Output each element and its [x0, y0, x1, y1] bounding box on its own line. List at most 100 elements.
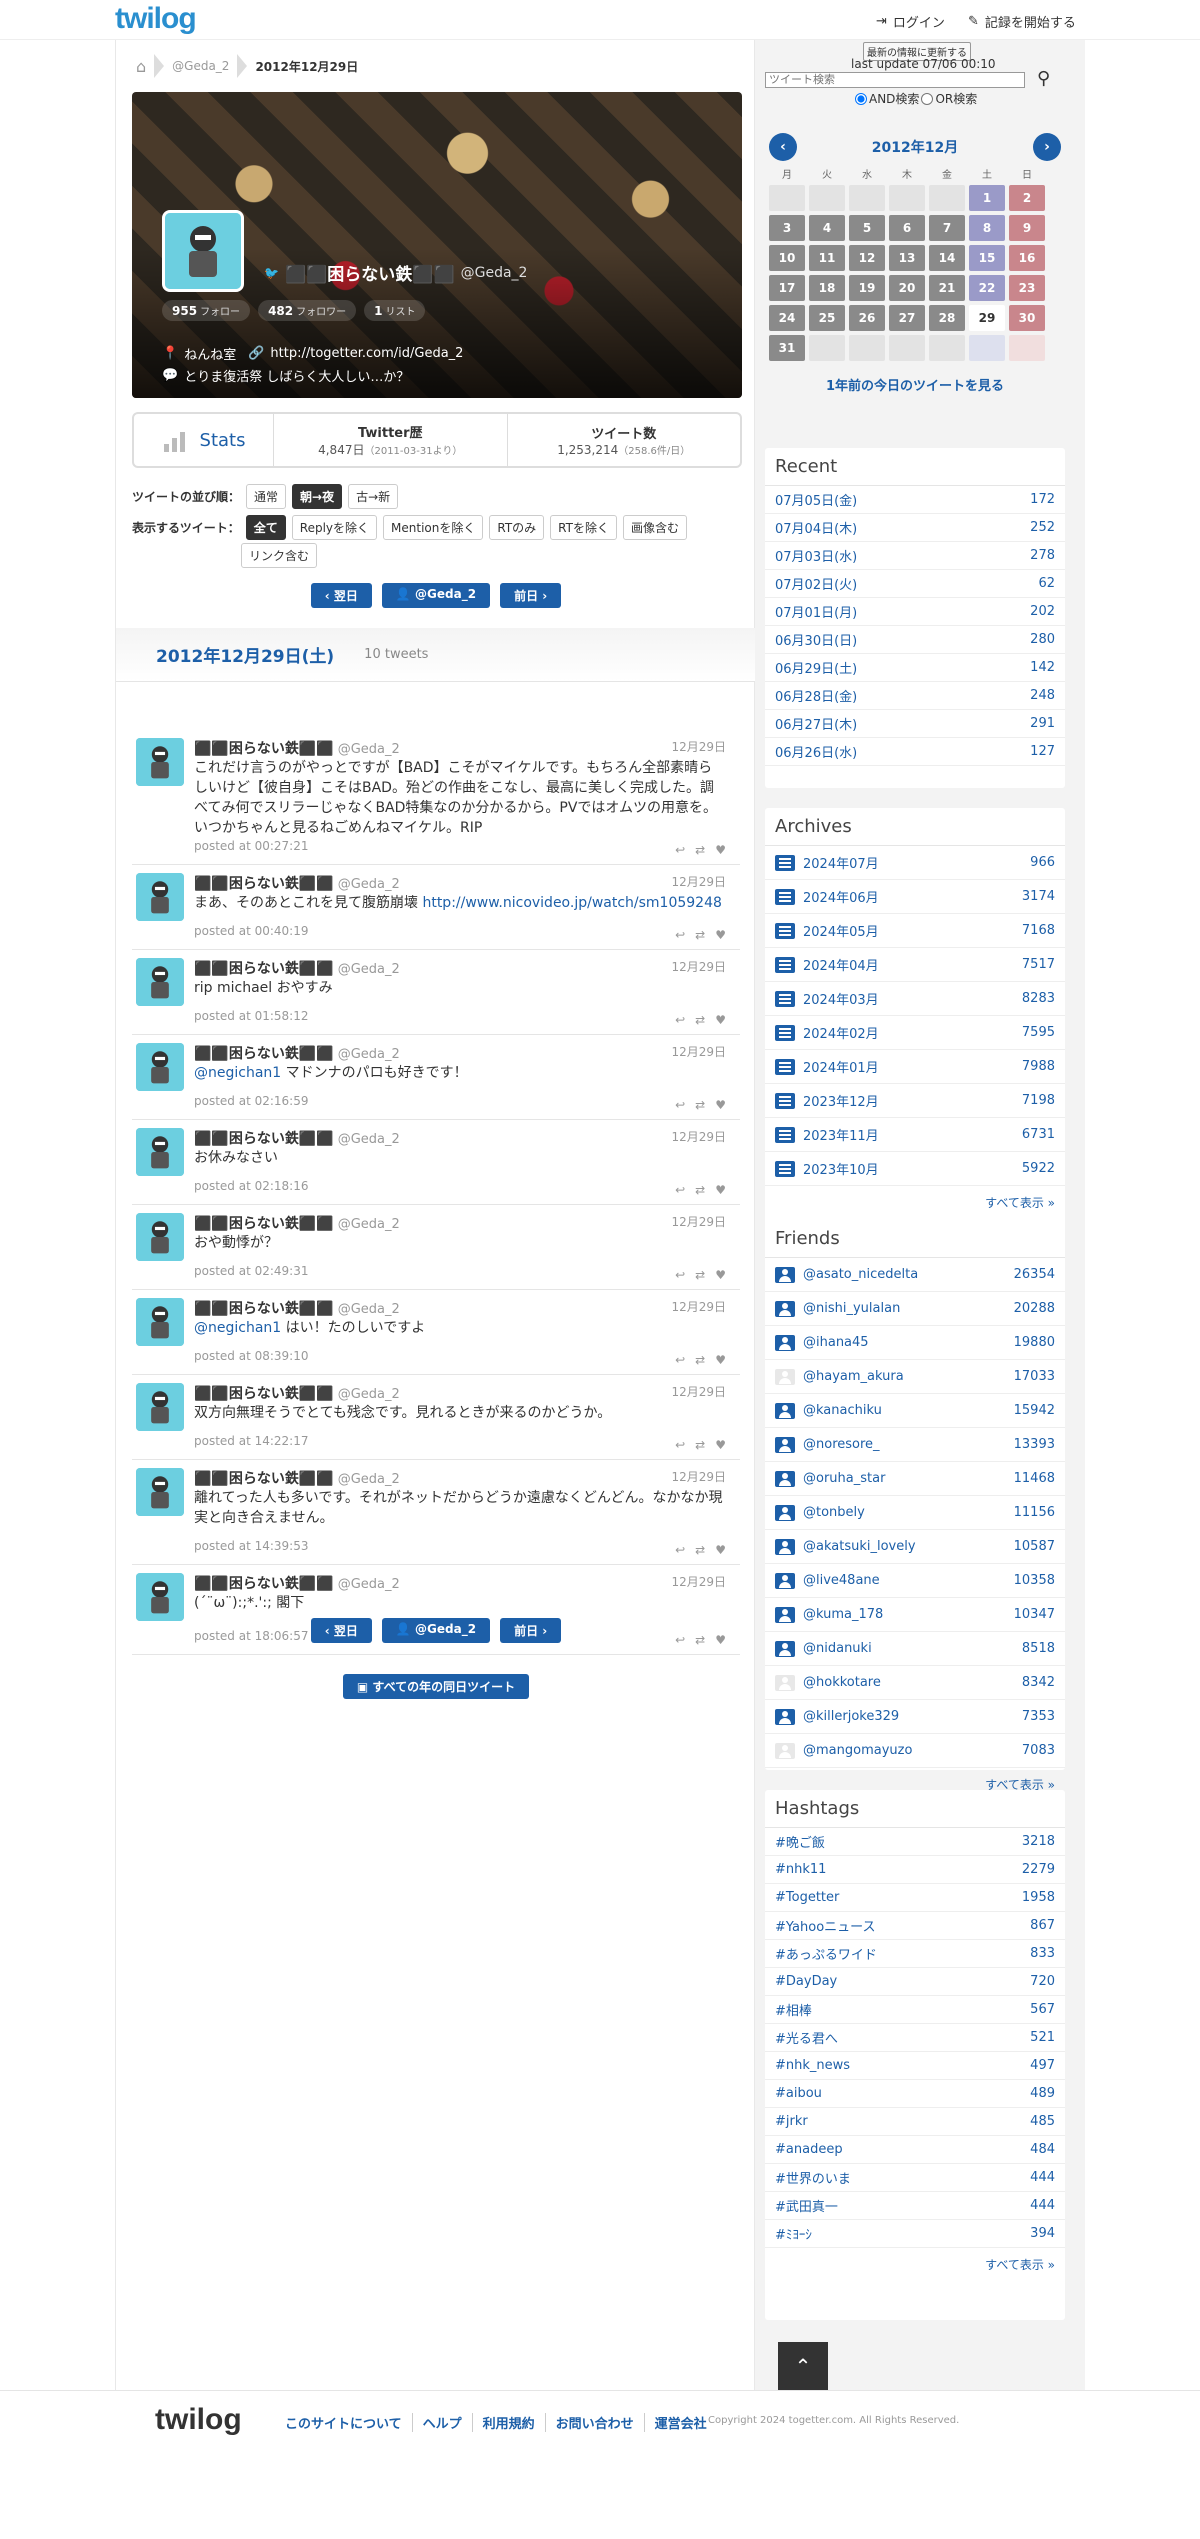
hashtags-item[interactable]: #あっぷるワイド 833 [765, 1940, 1065, 1968]
recent-item[interactable]: 07月04日(木) 252 [765, 514, 1065, 542]
heart-icon[interactable]: ♥ [715, 1543, 726, 1557]
user-button[interactable]: 👤 @Geda_2 [381, 583, 491, 608]
tweet-avatar[interactable] [136, 1128, 184, 1176]
tweet-posted-at[interactable]: posted at 02:49:31 [194, 1264, 309, 1278]
recent-item[interactable]: 07月01日(月) 202 [765, 598, 1065, 626]
back-to-top-button[interactable]: ⌃ [778, 2342, 828, 2390]
tweet-posted-at[interactable]: posted at 02:18:16 [194, 1179, 309, 1193]
tweet-author[interactable]: ⬛⬛困らない鉄⬛⬛ @Geda_2 [194, 873, 400, 893]
calendar-prev-icon[interactable]: ‹ [769, 133, 797, 161]
hashtags-item[interactable]: #jrkr 485 [765, 2108, 1065, 2136]
footer-link-company[interactable]: 運営会社 [645, 2413, 717, 2432]
show-exclude-rt[interactable]: RTを除く [550, 515, 617, 540]
search-input[interactable] [765, 72, 1025, 88]
archives-item[interactable]: 2024年03月 8283 [765, 982, 1065, 1016]
heart-icon[interactable]: ♥ [715, 1098, 726, 1112]
show-all[interactable]: 全て [245, 515, 286, 540]
hashtags-item[interactable]: #Togetter 1958 [765, 1884, 1065, 1912]
tweet-date[interactable]: 12月29日 [671, 873, 726, 890]
order-normal[interactable]: 通常 [246, 484, 287, 509]
recent-item[interactable]: 07月02日(火) 62 [765, 570, 1065, 598]
calendar-day[interactable]: 24 [769, 305, 805, 331]
user-button-bottom[interactable]: 👤 @Geda_2 [381, 1618, 491, 1643]
archives-item[interactable]: 2023年10月 5922 [765, 1152, 1065, 1186]
calendar-day[interactable]: 13 [889, 245, 925, 271]
calendar-day[interactable]: 27 [889, 305, 925, 331]
heart-icon[interactable]: ♥ [715, 1353, 726, 1367]
archives-item[interactable]: 2024年04月 7517 [765, 948, 1065, 982]
tweet-date[interactable]: 12月29日 [671, 958, 726, 975]
tweet-posted-at[interactable]: posted at 01:58:12 [194, 1009, 309, 1023]
archives-more-link[interactable]: すべて表示 » [765, 1186, 1065, 1219]
calendar-day[interactable]: 26 [849, 305, 885, 331]
tweet-posted-at[interactable]: posted at 00:40:19 [194, 924, 309, 938]
start-recording-link[interactable]: ✎ 記録を開始する [968, 12, 1076, 31]
prev-day-button-bottom[interactable]: 前日 › [500, 1618, 562, 1643]
tweet-date[interactable]: 12月29日 [671, 1213, 726, 1230]
archives-item[interactable]: 2024年06月 3174 [765, 880, 1065, 914]
friends-item[interactable]: @hayam_akura 17033 [765, 1360, 1065, 1394]
tweet-posted-at[interactable]: posted at 02:16:59 [194, 1094, 309, 1108]
tweet-avatar[interactable] [136, 738, 184, 786]
calendar-day[interactable]: 30 [1009, 305, 1045, 331]
tweet-avatar[interactable] [136, 873, 184, 921]
friends-item[interactable]: @nishi_yulalan 20288 [765, 1292, 1065, 1326]
tweet-avatar[interactable] [136, 1573, 184, 1621]
friends-item[interactable]: @noresore_ 13393 [765, 1428, 1065, 1462]
retweet-icon[interactable]: ⇄ [695, 1353, 705, 1367]
show-exclude-mention[interactable]: Mentionを除く [383, 515, 484, 540]
tweet-author[interactable]: ⬛⬛困らない鉄⬛⬛ @Geda_2 [194, 1383, 400, 1403]
tweet-posted-at[interactable]: posted at 14:39:53 [194, 1539, 309, 1553]
search-icon[interactable]: ⚲ [1037, 68, 1050, 89]
friends-item[interactable]: @nidanuki 8518 [765, 1632, 1065, 1666]
tweet-avatar[interactable] [136, 1213, 184, 1261]
heart-icon[interactable]: ♥ [715, 1013, 726, 1027]
heart-icon[interactable]: ♥ [715, 1268, 726, 1282]
footer-link-help[interactable]: ヘルプ [413, 2413, 473, 2432]
footer-logo[interactable]: twilog [155, 2403, 242, 2437]
tweet-posted-at[interactable]: posted at 00:27:21 [194, 839, 309, 853]
hashtags-item[interactable]: #DayDay 720 [765, 1968, 1065, 1996]
next-day-button[interactable]: ‹ 翌日 [310, 583, 372, 608]
calendar-day[interactable]: 28 [929, 305, 965, 331]
login-link[interactable]: ⇥ ログイン [876, 12, 945, 31]
show-rt-only[interactable]: RTのみ [489, 515, 545, 540]
calendar-day[interactable]: 20 [889, 275, 925, 301]
tweet-author[interactable]: ⬛⬛困らない鉄⬛⬛ @Geda_2 [194, 958, 400, 978]
tweet-avatar[interactable] [136, 958, 184, 1006]
order-old-new[interactable]: 古→新 [348, 484, 399, 509]
reply-icon[interactable]: ↩ [675, 1013, 685, 1027]
calendar-day[interactable]: 29 [969, 305, 1005, 331]
calendar-day[interactable]: 9 [1009, 215, 1045, 241]
calendar-day[interactable]: 21 [929, 275, 965, 301]
retweet-icon[interactable]: ⇄ [695, 843, 705, 857]
tweet-link[interactable]: http://www.nicovideo.jp/watch/sm1059248 [422, 895, 721, 911]
calendar-day[interactable]: 12 [849, 245, 885, 271]
recent-item[interactable]: 06月29日(土) 142 [765, 654, 1065, 682]
heart-icon[interactable]: ♥ [715, 843, 726, 857]
calendar-day[interactable]: 16 [1009, 245, 1045, 271]
retweet-icon[interactable]: ⇄ [695, 1543, 705, 1557]
calendar-day[interactable]: 18 [809, 275, 845, 301]
hashtags-item[interactable]: #相棒 567 [765, 1996, 1065, 2024]
footer-link-contact[interactable]: お問い合わせ [546, 2413, 645, 2432]
year-ago-link[interactable]: 1年前の今日のツイートを見る [765, 375, 1065, 394]
recent-item[interactable]: 07月05日(金) 172 [765, 486, 1065, 514]
archives-item[interactable]: 2024年05月 7168 [765, 914, 1065, 948]
hashtags-item[interactable]: #ﾐﾖｰｼ 394 [765, 2220, 1065, 2248]
friends-item[interactable]: @hokkotare 8342 [765, 1666, 1065, 1700]
heart-icon[interactable]: ♥ [715, 1183, 726, 1197]
calendar-next-icon[interactable]: › [1032, 133, 1061, 161]
profile-avatar[interactable] [162, 210, 244, 292]
reply-icon[interactable]: ↩ [675, 1183, 685, 1197]
calendar-day[interactable]: 10 [769, 245, 805, 271]
next-day-button-bottom[interactable]: ‹ 翌日 [310, 1618, 372, 1643]
archives-item[interactable]: 2024年07月 966 [765, 846, 1065, 880]
reply-icon[interactable]: ↩ [675, 1268, 685, 1282]
tweet-date[interactable]: 12月29日 [671, 1298, 726, 1315]
breadcrumb-user[interactable]: @Geda_2 [172, 59, 229, 73]
recent-item[interactable]: 06月28日(金) 248 [765, 682, 1065, 710]
archives-item[interactable]: 2024年02月 7595 [765, 1016, 1065, 1050]
archives-item[interactable]: 2023年11月 6731 [765, 1118, 1065, 1152]
friends-item[interactable]: @ihana45 19880 [765, 1326, 1065, 1360]
